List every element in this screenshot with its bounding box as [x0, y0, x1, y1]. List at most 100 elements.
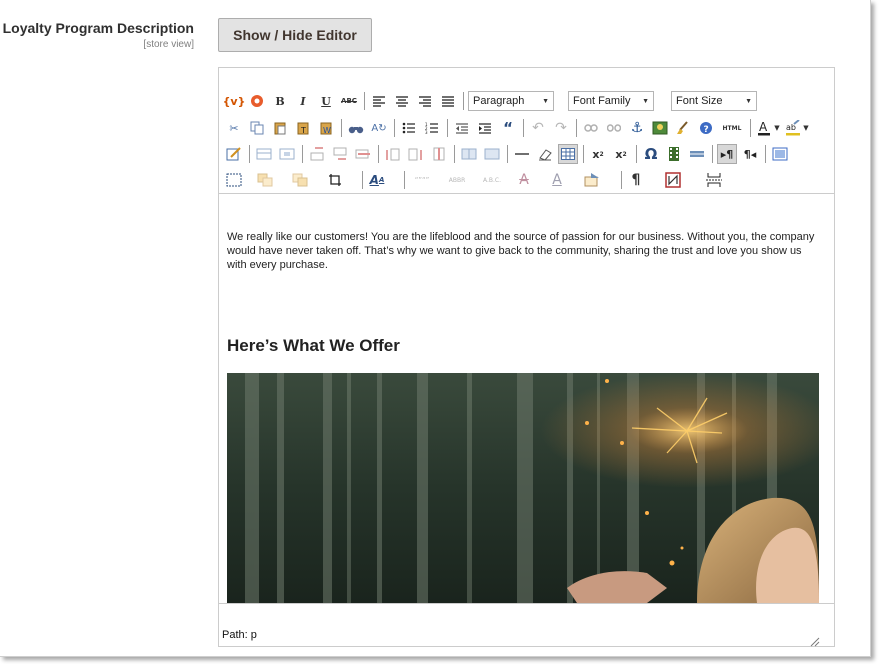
insert-div-icon[interactable] — [224, 170, 244, 190]
remove-format-icon[interactable] — [535, 144, 555, 164]
show-hide-editor-button[interactable]: Show / Hide Editor — [218, 18, 372, 52]
copy-icon[interactable] — [247, 118, 267, 138]
font-family-select[interactable]: Font Family ▼ — [568, 91, 654, 111]
special-character-icon[interactable]: Ω — [641, 144, 661, 164]
absolute-position-icon[interactable] — [255, 170, 275, 190]
chevron-down-icon: ▼ — [745, 97, 752, 105]
resize-handle-icon[interactable] — [810, 634, 820, 647]
toolbar-separator — [364, 92, 365, 110]
svg-text:A: A — [759, 120, 768, 134]
toolbar-separator — [507, 145, 508, 163]
split-cells-icon[interactable] — [459, 144, 479, 164]
cleanup-icon[interactable] — [673, 118, 693, 138]
html-source-icon[interactable]: HTML — [719, 118, 745, 138]
help-icon[interactable]: ? — [696, 118, 716, 138]
visual-chars-icon[interactable]: ¶ — [626, 170, 646, 190]
find-icon[interactable] — [346, 118, 366, 138]
undo-icon[interactable]: ↶ — [528, 118, 548, 138]
svg-text:T: T — [300, 126, 306, 135]
insert-column-before-icon[interactable] — [383, 144, 403, 164]
media-icon[interactable] — [664, 144, 684, 164]
svg-text:?: ? — [704, 125, 709, 135]
toolbar-separator — [621, 171, 622, 189]
toolbar-separator — [583, 145, 584, 163]
insert-widget-icon[interactable] — [247, 91, 267, 111]
font-size-select[interactable]: Font Size ▼ — [671, 91, 757, 111]
forest-sparkler-photo — [227, 373, 819, 603]
attributes-icon[interactable] — [582, 170, 602, 190]
crop-icon[interactable] — [325, 170, 345, 190]
edit-content-icon[interactable] — [224, 144, 244, 164]
font-size-select-value: Font Size — [676, 95, 723, 107]
styles-icon[interactable]: AA — [367, 170, 387, 190]
cell-properties-icon[interactable] — [277, 144, 297, 164]
chevron-down-icon: ▼ — [642, 97, 649, 105]
format-select[interactable]: Paragraph ▼ — [468, 91, 554, 111]
insert-row-before-icon[interactable] — [307, 144, 327, 164]
acronym-icon[interactable]: A.B.C. — [479, 170, 505, 190]
paste-icon[interactable] — [270, 118, 290, 138]
toolbar-separator — [463, 92, 464, 110]
fullscreen-icon[interactable] — [770, 144, 790, 164]
background-color-icon[interactable]: ab — [784, 118, 802, 138]
image-icon[interactable] — [650, 118, 670, 138]
underline-icon[interactable]: U — [316, 91, 336, 111]
blockquote-icon[interactable]: “ — [498, 118, 518, 138]
strikethrough-icon[interactable]: ABC — [339, 91, 359, 111]
outdent-icon[interactable] — [452, 118, 472, 138]
horizontal-rule-icon[interactable] — [512, 144, 532, 164]
align-center-icon[interactable] — [392, 91, 412, 111]
bullet-list-icon[interactable] — [399, 118, 419, 138]
merge-cells-icon[interactable] — [482, 144, 502, 164]
bold-icon[interactable]: B — [270, 91, 290, 111]
indent-icon[interactable] — [475, 118, 495, 138]
deletion-icon[interactable]: A — [514, 170, 534, 190]
toolbar-separator — [404, 171, 405, 189]
unlink-icon[interactable] — [604, 118, 624, 138]
abbreviation-icon[interactable]: ABBR — [444, 170, 470, 190]
insert-row-after-icon[interactable] — [330, 144, 350, 164]
ltr-direction-icon[interactable]: ▸¶ — [717, 144, 737, 164]
cite-icon[interactable]: “”“” — [409, 170, 435, 190]
toolbar-separator — [249, 145, 250, 163]
insert-layer-icon[interactable] — [687, 144, 707, 164]
anchor-icon[interactable]: ⚓ — [627, 118, 647, 138]
superscript-icon[interactable]: x2 — [611, 144, 631, 164]
page-break-icon[interactable] — [704, 170, 724, 190]
table-icon[interactable] — [558, 144, 578, 164]
move-backward-icon[interactable] — [290, 170, 310, 190]
subscript-icon[interactable]: x2 — [588, 144, 608, 164]
delete-row-icon[interactable] — [353, 144, 373, 164]
text-color-icon[interactable]: A — [755, 118, 773, 138]
rtl-direction-icon[interactable]: ¶◂ — [740, 144, 760, 164]
delete-column-icon[interactable] — [429, 144, 449, 164]
paste-text-icon[interactable]: T — [293, 118, 313, 138]
chevron-down-icon: ▼ — [542, 97, 549, 105]
italic-icon[interactable]: I — [293, 91, 313, 111]
wysiwyg-editor: {v} B I U ABC Paragraph ▼ Font Family ▼ … — [218, 67, 835, 647]
nonbreaking-space-icon[interactable] — [663, 170, 683, 190]
align-left-icon[interactable] — [369, 91, 389, 111]
numbered-list-icon[interactable]: 123 — [422, 118, 442, 138]
editor-content-area[interactable]: We really like our customers! You are th… — [219, 195, 834, 603]
row-properties-icon[interactable] — [254, 144, 274, 164]
insertion-icon[interactable]: A — [547, 170, 567, 190]
link-icon[interactable] — [581, 118, 601, 138]
field-label-block: Loyalty Program Description [store view] — [0, 20, 194, 50]
toolbar-separator — [523, 119, 524, 137]
editor-toolbar: {v} B I U ABC Paragraph ▼ Font Family ▼ … — [219, 68, 834, 194]
chevron-down-icon[interactable]: ▼ — [802, 118, 810, 138]
insert-variable-icon[interactable]: {v} — [223, 91, 246, 111]
insert-column-after-icon[interactable] — [406, 144, 426, 164]
toolbar-separator — [765, 145, 766, 163]
chevron-down-icon[interactable]: ▼ — [773, 118, 781, 138]
paste-word-icon[interactable]: W — [316, 118, 336, 138]
toolbar-row-2: ✂ T W A↻ 1 2 3 “ ↶ ↷ ⚓ ? HTML A ▼ ab ▼ — [224, 117, 813, 139]
toolbar-separator — [378, 145, 379, 163]
offer-heading: Here’s What We Offer — [227, 336, 400, 355]
align-right-icon[interactable] — [415, 91, 435, 111]
align-justify-icon[interactable] — [438, 91, 458, 111]
replace-icon[interactable]: A↻ — [369, 118, 389, 138]
cut-icon[interactable]: ✂ — [224, 118, 244, 138]
redo-icon[interactable]: ↷ — [551, 118, 571, 138]
